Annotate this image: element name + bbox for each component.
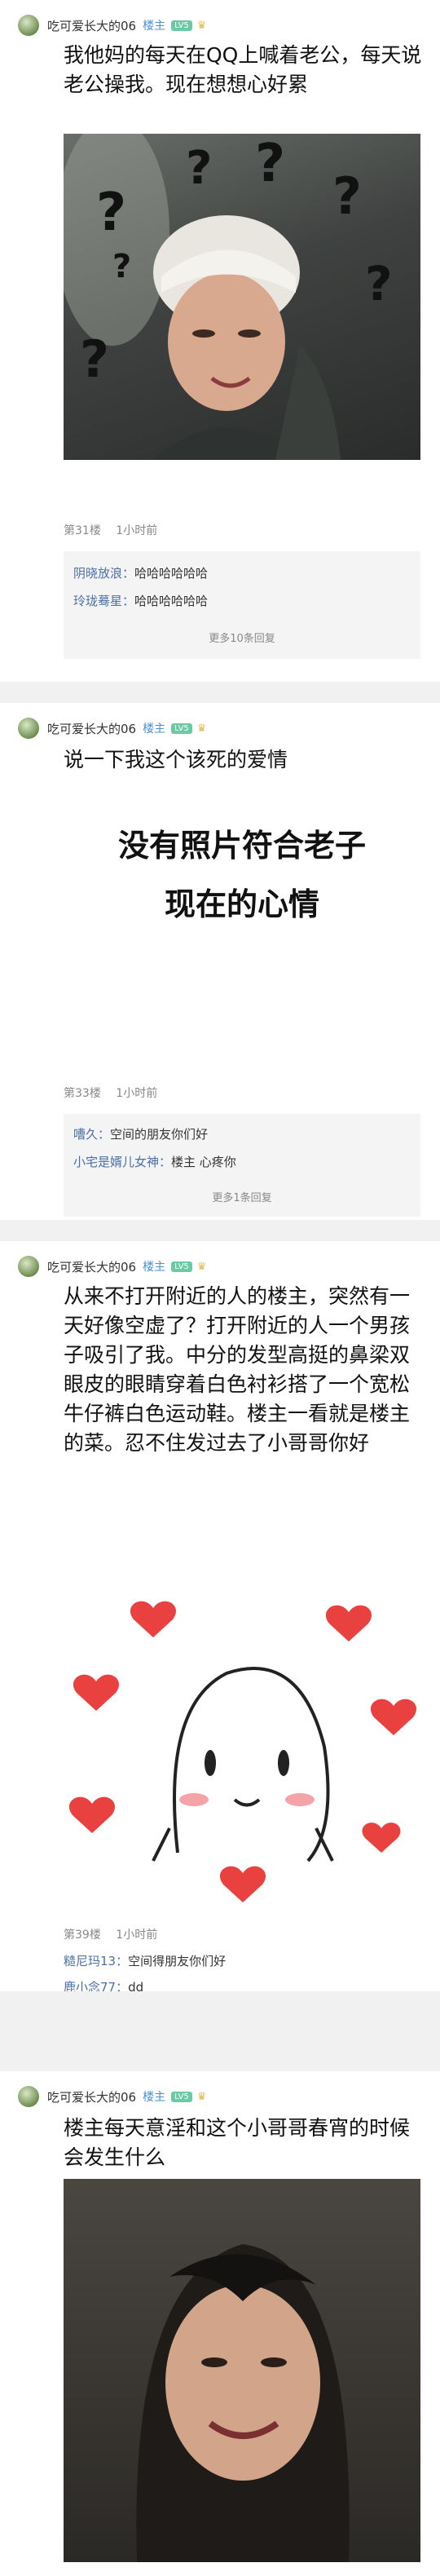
- post-header: 吃可爱长大的06 楼主 LV5 ♛: [18, 716, 206, 740]
- post-time: 1小时前: [116, 1087, 158, 1100]
- post-meta: 第39楼 1小时前: [64, 1926, 169, 1942]
- reply-item[interactable]: 嘈久：空间的朋友你们好: [73, 1125, 208, 1142]
- post-image[interactable]: ? ? ? ? ? ? ?: [64, 134, 420, 460]
- level-badge: LV5: [171, 722, 192, 734]
- question-mark: ?: [255, 134, 286, 194]
- shy-face-illustration: [68, 1601, 417, 1902]
- question-mark: ?: [186, 142, 213, 195]
- reply-item[interactable]: 阴晓放浪：哈哈哈哈哈哈: [73, 564, 208, 581]
- owner-tag: 楼主: [143, 722, 166, 736]
- reply-box: 糙尼玛13：空间得朋友你们好 鹿小念77：dd: [64, 1952, 420, 1995]
- question-mark: ?: [112, 248, 132, 285]
- floor-number: 第33楼: [64, 1087, 101, 1100]
- post-next: 吃可爱长大的06 楼主 LV5 ♛ 楼主每天意淫和这个小哥哥春宵的时候会发生什么: [0, 2071, 440, 2576]
- more-replies-link[interactable]: 更多10条回复: [64, 630, 420, 645]
- owner-tag: 楼主: [143, 1261, 166, 1274]
- post-time: 1小时前: [116, 1929, 158, 1942]
- post-31: 吃可爱长大的06 楼主 LV5 ♛ 我他妈的每天在QQ上喊着老公，每天说老公操我…: [0, 0, 440, 682]
- username[interactable]: 吃可爱长大的06: [47, 1258, 136, 1275]
- post-meta: 第31楼 1小时前: [64, 522, 169, 538]
- avatar[interactable]: [18, 1256, 39, 1277]
- post-time: 1小时前: [116, 524, 158, 537]
- post-meta: 第33楼 1小时前: [64, 1085, 169, 1101]
- post-header: 吃可爱长大的06 楼主 LV5 ♛: [18, 2084, 206, 2109]
- avatar[interactable]: [18, 2086, 39, 2107]
- floor-number: 第39楼: [64, 1929, 101, 1942]
- level-badge: LV5: [171, 1261, 192, 1272]
- smiling-woman-photo: [136, 2244, 350, 2562]
- post-text: 从来不打开附近的人的楼主，突然有一天好像空虚了？打开附近的人一个男孩子吸引了我。…: [64, 1284, 411, 1455]
- question-mark: ?: [80, 329, 109, 389]
- post-text: 我他妈的每天在QQ上喊着老公，每天说老公操我。现在想想心好累: [64, 43, 422, 96]
- image-text-line: 现在的心情: [164, 886, 319, 922]
- divider: [0, 1220, 440, 1241]
- avatar[interactable]: [18, 718, 39, 739]
- owner-tag: 楼主: [143, 2091, 166, 2104]
- crown-icon: ♛: [196, 1260, 207, 1273]
- username[interactable]: 吃可爱长大的06: [47, 2088, 136, 2105]
- level-badge: LV5: [171, 2091, 192, 2102]
- avatar[interactable]: [18, 15, 39, 36]
- post-39: 吃可爱长大的06 楼主 LV5 ♛ 从来不打开附近的人的楼主，突然有一天好像空虚…: [0, 1241, 440, 1995]
- question-mark: ?: [332, 166, 362, 226]
- username[interactable]: 吃可爱长大的06: [47, 720, 136, 737]
- owner-tag: 楼主: [143, 20, 166, 33]
- reply-box: 阴晓放浪：哈哈哈哈哈哈 玲珑蓦星：哈哈哈哈哈哈 更多10条回复: [64, 551, 420, 659]
- image-text-line: 没有照片符合老子: [117, 828, 366, 864]
- divider: [0, 1991, 440, 2071]
- divider: [0, 682, 440, 703]
- post-text: 说一下我这个该死的爱情: [64, 748, 288, 771]
- post-image[interactable]: [64, 1584, 420, 1918]
- post-33: 吃可爱长大的06 楼主 LV5 ♛ 说一下我这个该死的爱情 没有照片符合老子 现…: [0, 703, 440, 1220]
- reply-item[interactable]: 糙尼玛13：空间得朋友你们好: [64, 1952, 226, 1969]
- question-mark: ?: [365, 256, 393, 312]
- post-header: 吃可爱长大的06 楼主 LV5 ♛: [18, 13, 206, 38]
- more-replies-link[interactable]: 更多1条回复: [64, 1189, 420, 1204]
- reply-item[interactable]: 玲珑蓦星：哈哈哈哈哈哈: [73, 592, 208, 609]
- crown-icon: ♛: [196, 19, 207, 32]
- post-text: 楼主每天意淫和这个小哥哥春宵的时候会发生什么: [64, 2116, 411, 2169]
- question-mark: ?: [96, 183, 127, 243]
- post-header: 吃可爱长大的06 楼主 LV5 ♛: [18, 1254, 206, 1279]
- reply-item[interactable]: 小宅是婿儿女神：楼主 心疼你: [73, 1153, 236, 1170]
- level-badge: LV5: [171, 20, 192, 31]
- crown-icon: ♛: [196, 2090, 207, 2103]
- crown-icon: ♛: [196, 722, 207, 735]
- reply-box: 嘈久：空间的朋友你们好 小宅是婿儿女神：楼主 心疼你 更多1条回复: [64, 1114, 420, 1217]
- username[interactable]: 吃可爱长大的06: [47, 17, 136, 34]
- post-image[interactable]: 没有照片符合老子 现在的心情: [64, 794, 420, 957]
- post-image[interactable]: [64, 2179, 420, 2562]
- floor-number: 第31楼: [64, 524, 101, 537]
